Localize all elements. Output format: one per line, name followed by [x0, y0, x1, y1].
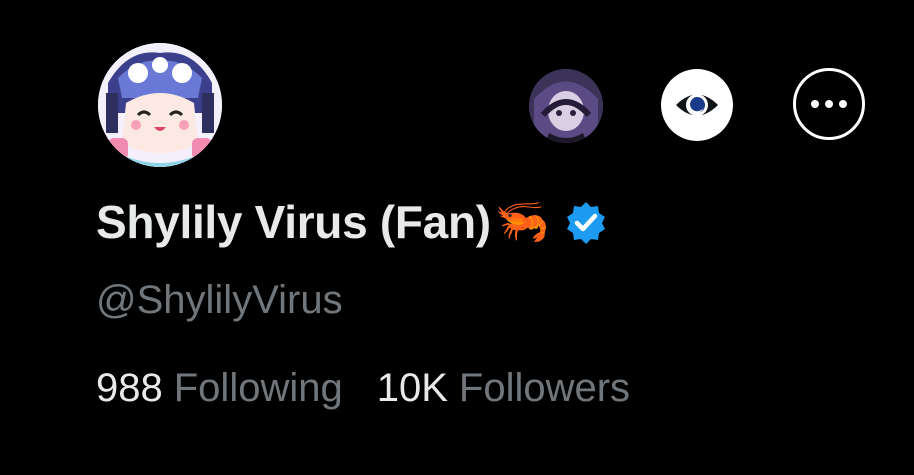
- display-name: Shylily Virus (Fan): [96, 196, 491, 248]
- followers-count: 10K: [376, 366, 448, 410]
- profile-avatar-image: [98, 43, 222, 167]
- display-name-row: Shylily Virus (Fan) 🦐: [96, 192, 608, 252]
- eye-button[interactable]: [661, 69, 733, 141]
- affiliate-avatar-image: [529, 69, 603, 143]
- profile-handle: @ShylilyVirus: [96, 278, 343, 322]
- following-stat[interactable]: 988 Following: [96, 366, 343, 411]
- followers-label: Followers: [458, 366, 631, 410]
- more-horizontal-icon: [811, 100, 847, 108]
- following-count: 988: [96, 366, 163, 410]
- profile-stats: 988 Following 10K Followers: [96, 366, 664, 411]
- following-label: Following: [173, 366, 343, 410]
- shrimp-emoji-icon: 🦐: [494, 197, 550, 246]
- more-options-button[interactable]: [793, 68, 865, 140]
- followers-stat[interactable]: 10K Followers: [377, 366, 630, 411]
- profile-avatar[interactable]: [95, 40, 225, 170]
- affiliate-avatar-icon[interactable]: [529, 69, 603, 143]
- eye-icon: [676, 94, 718, 116]
- verified-badge-icon[interactable]: [564, 200, 608, 244]
- profile-action-bar: [520, 60, 900, 143]
